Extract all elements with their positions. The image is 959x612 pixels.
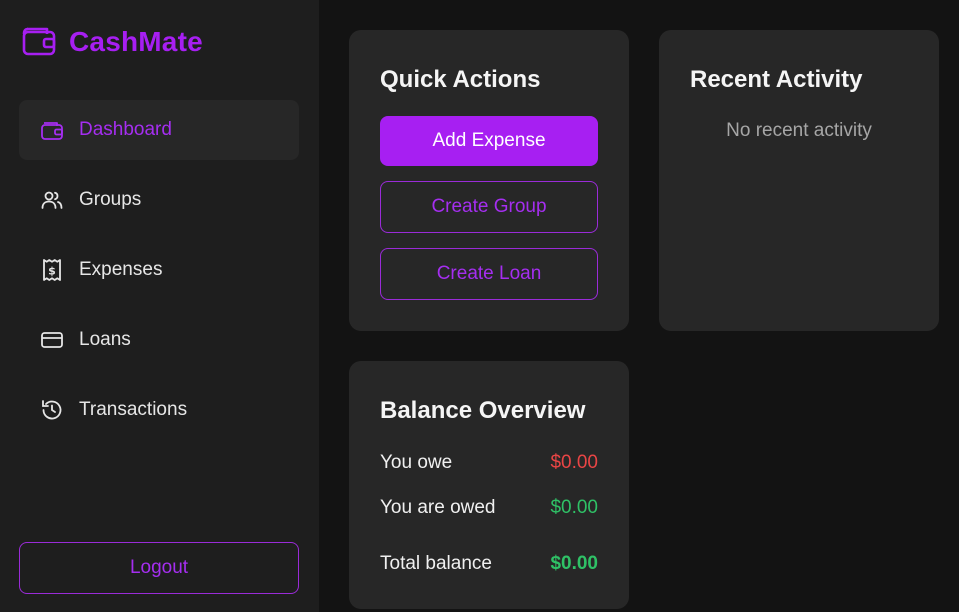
- you-are-owed-row: You are owed $0.00: [380, 497, 598, 519]
- sidebar-item-transactions[interactable]: Transactions: [19, 380, 299, 440]
- recent-activity-empty-text: No recent activity: [726, 120, 872, 141]
- total-balance-label: Total balance: [380, 553, 492, 574]
- total-balance-value: $0.00: [550, 553, 598, 574]
- sidebar-nav: Dashboard Groups $ Expenses Loans Transa…: [19, 100, 299, 450]
- balance-overview-card: Balance Overview You owe $0.00 You are o…: [349, 361, 629, 609]
- svg-text:$: $: [48, 265, 56, 278]
- sidebar-item-expenses[interactable]: $ Expenses: [19, 240, 299, 300]
- brand[interactable]: CashMate: [21, 22, 203, 62]
- sidebar-item-label: Groups: [79, 189, 142, 210]
- create-group-button[interactable]: Create Group: [380, 181, 598, 233]
- you-owe-row: You owe $0.00: [380, 452, 598, 474]
- you-are-owed-label: You are owed: [380, 497, 496, 518]
- wallet-icon: [39, 117, 65, 143]
- you-owe-value: $0.00: [550, 452, 598, 473]
- brand-name: CashMate: [69, 26, 203, 57]
- sidebar-item-label: Expenses: [79, 259, 163, 280]
- sidebar-item-groups[interactable]: Groups: [19, 170, 299, 230]
- history-icon: [39, 397, 65, 423]
- logout-button[interactable]: Logout: [19, 542, 299, 594]
- total-balance-row: Total balance $0.00: [380, 553, 598, 575]
- recent-activity-card: Recent Activity No recent activity: [659, 30, 939, 331]
- receipt-icon: $: [39, 257, 65, 283]
- sidebar-item-label: Loans: [79, 329, 131, 350]
- sidebar-item-label: Transactions: [79, 399, 188, 420]
- sidebar-item-dashboard[interactable]: Dashboard: [19, 100, 299, 160]
- recent-activity-title: Recent Activity: [690, 66, 863, 93]
- sidebar-item-label: Dashboard: [79, 119, 172, 140]
- you-owe-label: You owe: [380, 452, 453, 473]
- app-root: CashMate Dashboard Groups $ Expenses Loa…: [0, 0, 959, 612]
- credit-card-icon: [39, 327, 65, 353]
- quick-actions-title: Quick Actions: [380, 66, 541, 93]
- users-icon: [39, 187, 65, 213]
- create-loan-button[interactable]: Create Loan: [380, 248, 598, 300]
- sidebar-item-loans[interactable]: Loans: [19, 310, 299, 370]
- sidebar: CashMate Dashboard Groups $ Expenses Loa…: [0, 0, 319, 612]
- you-are-owed-value: $0.00: [550, 497, 598, 518]
- wallet-icon: [21, 22, 57, 63]
- add-expense-button[interactable]: Add Expense: [380, 116, 598, 166]
- balance-overview-title: Balance Overview: [380, 397, 586, 424]
- quick-actions-card: Quick Actions Add Expense Create Group C…: [349, 30, 629, 331]
